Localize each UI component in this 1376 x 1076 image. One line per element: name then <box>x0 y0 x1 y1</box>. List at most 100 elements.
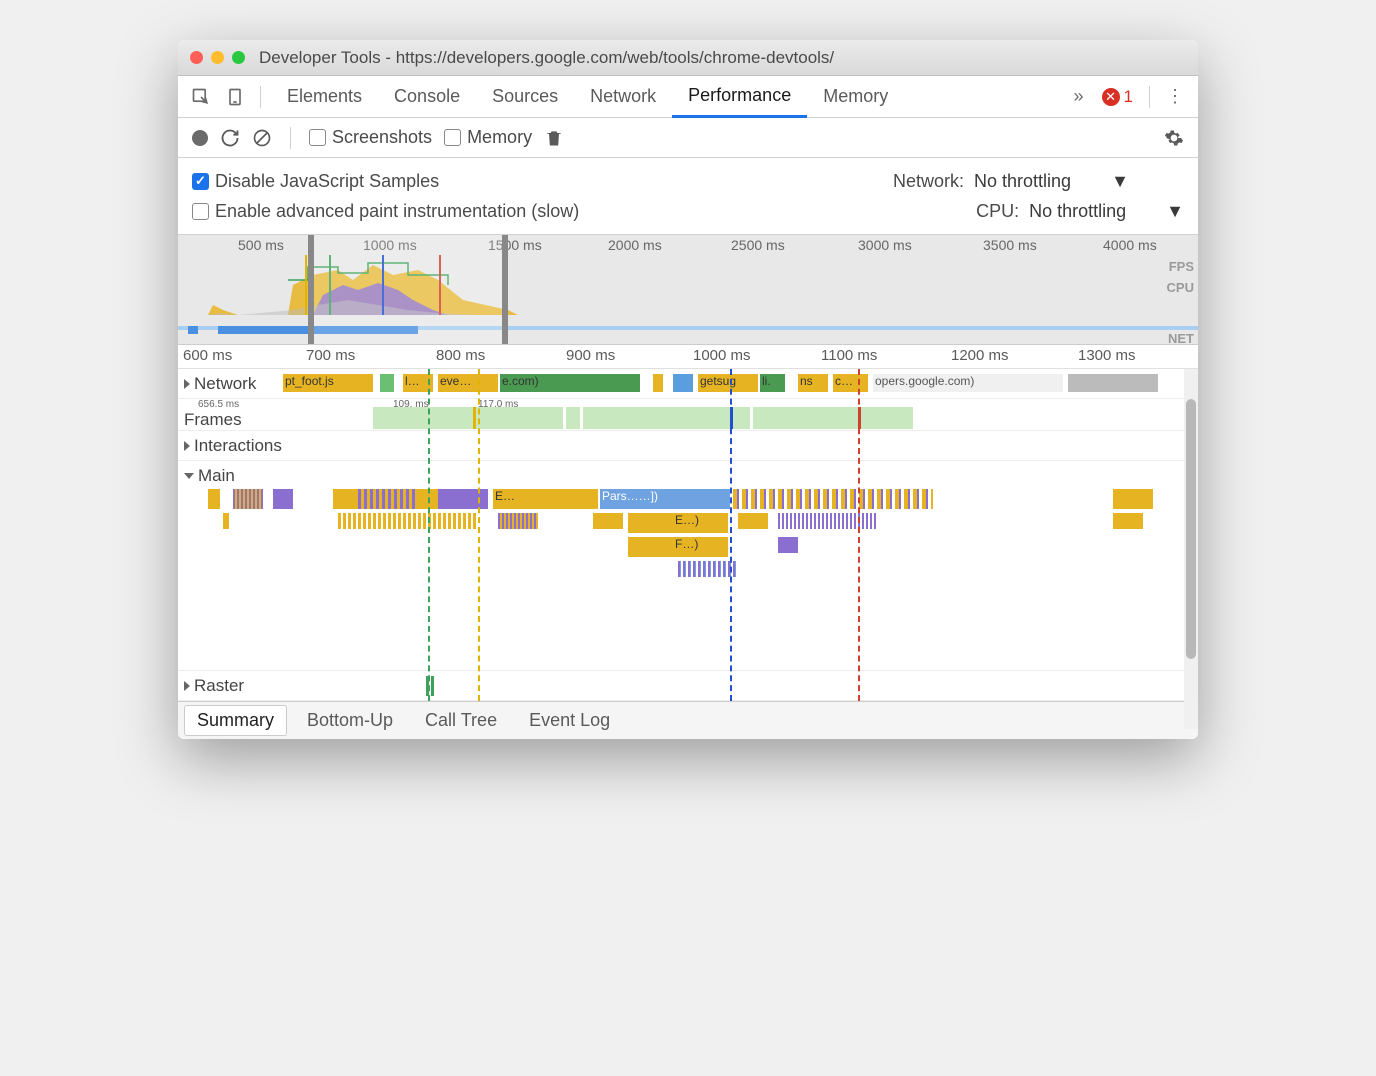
net-bar[interactable]: ns <box>798 374 828 392</box>
ruler-tick: 600 ms <box>183 347 232 364</box>
ov-tick: 500 ms <box>238 237 284 253</box>
close-icon[interactable] <box>190 51 203 64</box>
memory-label: Memory <box>467 127 532 148</box>
devtools-window: Developer Tools - https://developers.goo… <box>178 40 1198 739</box>
net-bar[interactable] <box>673 374 693 392</box>
marker-line <box>730 369 732 701</box>
tab-sources[interactable]: Sources <box>476 76 574 118</box>
flame-bar[interactable] <box>593 513 623 529</box>
trash-button[interactable] <box>544 128 564 148</box>
cpu-throttling-select[interactable]: No throttling ▼ <box>1029 201 1184 222</box>
main-track[interactable]: Main E… Pars……]) <box>178 461 1198 671</box>
marker-line <box>428 369 430 701</box>
flame-bar[interactable] <box>273 489 293 509</box>
marker-line <box>858 369 860 701</box>
perf-toolbar: Screenshots Memory <box>178 118 1198 158</box>
flame-bar[interactable]: Pars……]) <box>600 489 730 509</box>
flame-bar[interactable] <box>1113 489 1153 509</box>
overview-timeline[interactable]: 500 ms 1000 ms 1500 ms 2000 ms 2500 ms 3… <box>178 235 1198 345</box>
ov-tick: 3000 ms <box>858 237 912 253</box>
disable-js-samples-checkbox[interactable]: Disable JavaScript Samples <box>192 171 893 192</box>
network-value: No throttling <box>974 171 1071 192</box>
frames-track[interactable]: Frames 656.5 ms 109. ms 117.0 ms <box>178 399 1198 431</box>
settings-gear-icon[interactable] <box>1164 128 1184 148</box>
frame-gap <box>750 407 753 429</box>
net-bar[interactable] <box>380 374 394 392</box>
device-toggle-icon[interactable] <box>220 82 250 112</box>
vertical-scrollbar[interactable] <box>1184 369 1198 729</box>
maximize-icon[interactable] <box>232 51 245 64</box>
network-throttling-select[interactable]: No throttling ▼ <box>974 171 1184 192</box>
ruler-tick: 1000 ms <box>693 347 751 364</box>
overview-selection-handle[interactable] <box>308 235 508 344</box>
flame-bar[interactable] <box>358 489 418 509</box>
scrollbar-thumb[interactable] <box>1186 399 1196 659</box>
flame-bar[interactable] <box>438 489 488 509</box>
net-bar[interactable]: e.com) <box>500 374 640 392</box>
tab-summary[interactable]: Summary <box>184 705 287 736</box>
ov-tick: 2000 ms <box>608 237 662 253</box>
kebab-menu-icon[interactable]: ⋮ <box>1160 86 1190 107</box>
clear-button[interactable] <box>252 128 272 148</box>
frames-label: Frames <box>184 410 242 430</box>
flame-bar[interactable]: E…) <box>673 513 728 533</box>
net-bar[interactable] <box>653 374 663 392</box>
frame-gap <box>580 407 583 429</box>
tab-network[interactable]: Network <box>574 76 672 118</box>
net-bar[interactable]: pt_foot.js <box>283 374 373 392</box>
memory-checkbox[interactable]: Memory <box>444 127 532 148</box>
net-bar[interactable]: li. <box>760 374 785 392</box>
network-label: Network: <box>893 171 964 192</box>
error-icon: ✕ <box>1102 88 1120 106</box>
flame-bar[interactable] <box>208 489 220 509</box>
chevron-down-icon: ▼ <box>1166 201 1184 222</box>
interactions-label: Interactions <box>194 436 282 456</box>
tab-event-log[interactable]: Event Log <box>517 706 622 735</box>
flame-bar[interactable] <box>778 537 798 553</box>
frame-bar <box>473 407 476 429</box>
tab-bottom-up[interactable]: Bottom-Up <box>295 706 405 735</box>
tab-performance[interactable]: Performance <box>672 76 807 118</box>
traffic-lights <box>190 51 245 64</box>
tab-console[interactable]: Console <box>378 76 476 118</box>
tab-elements[interactable]: Elements <box>271 76 378 118</box>
net-bar[interactable]: eve… <box>438 374 498 392</box>
interactions-track[interactable]: Interactions <box>178 431 1198 461</box>
ruler-tick: 800 ms <box>436 347 485 364</box>
chevron-right-icon <box>184 681 190 691</box>
flame-bar[interactable]: E… <box>493 489 598 509</box>
overflow-tabs-icon[interactable]: » <box>1066 86 1092 107</box>
cpu-label: CPU: <box>976 201 1019 222</box>
record-button[interactable] <box>192 130 208 146</box>
flame-bar[interactable] <box>678 561 738 577</box>
enable-paint-checkbox[interactable]: Enable advanced paint instrumentation (s… <box>192 201 976 222</box>
screenshots-checkbox[interactable]: Screenshots <box>309 127 432 148</box>
network-track[interactable]: Network pt_foot.js l… eve… e.com) getsug… <box>178 369 1198 399</box>
checkbox-icon <box>192 203 209 220</box>
error-badge[interactable]: ✕ 1 <box>1096 87 1139 107</box>
inspect-icon[interactable] <box>186 82 216 112</box>
chevron-down-icon: ▼ <box>1111 171 1129 192</box>
net-bar[interactable] <box>1068 374 1158 392</box>
flame-bar[interactable] <box>733 489 933 509</box>
net-bar[interactable]: c… <box>833 374 868 392</box>
reload-button[interactable] <box>220 128 240 148</box>
net-bar[interactable]: getsug <box>698 374 758 392</box>
net-bar[interactable]: opers.google.com) <box>873 374 1063 392</box>
flame-bar[interactable] <box>338 513 478 529</box>
raster-track[interactable]: Raster <box>178 671 1198 701</box>
minimize-icon[interactable] <box>211 51 224 64</box>
flame-bar[interactable] <box>778 513 878 529</box>
flame-bar[interactable] <box>223 513 229 529</box>
cpu-value: No throttling <box>1029 201 1126 222</box>
flame-bar[interactable] <box>498 513 538 529</box>
chevron-right-icon <box>184 441 190 451</box>
raster-bar[interactable] <box>431 676 434 696</box>
tab-call-tree[interactable]: Call Tree <box>413 706 509 735</box>
flame-bar[interactable] <box>233 489 263 509</box>
tab-memory[interactable]: Memory <box>807 76 904 118</box>
divider <box>1149 86 1150 108</box>
flame-bar[interactable] <box>738 513 768 529</box>
flame-bar[interactable] <box>1113 513 1143 529</box>
flame-bar[interactable]: F…) <box>673 537 728 557</box>
